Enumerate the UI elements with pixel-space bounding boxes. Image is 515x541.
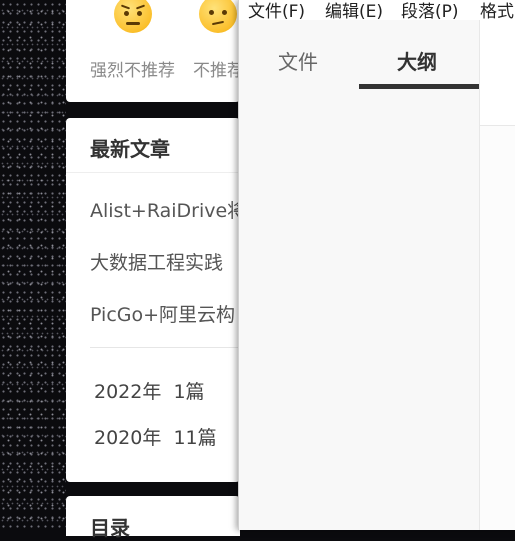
app-window: 文件(F) 编辑(E) 段落(P) 格式 文件 大纲	[238, 0, 515, 530]
tab-outline[interactable]: 大纲	[397, 46, 437, 75]
angry-face-icon[interactable]	[114, 0, 152, 33]
active-tab-indicator	[359, 84, 479, 89]
archive-year: 2022年	[94, 381, 162, 403]
divider	[90, 347, 240, 348]
menu-paragraph[interactable]: 段落(P)	[401, 0, 459, 22]
article-link[interactable]: PicGo+阿里云构	[90, 300, 235, 327]
rating-option-not-recommend[interactable]: 不推荐	[193, 56, 244, 81]
latest-articles-card: 最新文章 Alist+RaiDrive将 大数据工程实践 PicGo+阿里云构 …	[66, 118, 246, 482]
latest-articles-title: 最新文章	[90, 137, 170, 161]
menu-format[interactable]: 格式	[480, 0, 514, 22]
divider	[66, 172, 240, 173]
archive-year: 2020年	[94, 427, 162, 449]
archive-item-2022[interactable]: 2022年 1篇	[94, 377, 205, 404]
editor-header	[480, 20, 515, 126]
rating-option-strongly-not-recommend[interactable]: 强烈不推荐	[90, 56, 175, 81]
archive-count: 1篇	[173, 381, 205, 403]
confused-face-icon[interactable]	[199, 0, 237, 33]
starfield-background	[0, 0, 66, 530]
editor-area[interactable]	[480, 126, 515, 530]
archive-item-2020[interactable]: 2020年 11篇	[94, 423, 217, 450]
toc-title: 目录	[90, 516, 130, 540]
menu-edit[interactable]: 编辑(E)	[325, 0, 383, 22]
toc-card: 目录	[66, 496, 240, 540]
article-link[interactable]: Alist+RaiDrive将	[90, 196, 246, 223]
menu-bar: 文件(F) 编辑(E) 段落(P) 格式	[239, 0, 515, 22]
tab-files[interactable]: 文件	[278, 46, 318, 75]
archive-count: 11篇	[173, 427, 217, 449]
rating-card: 强烈不推荐 不推荐	[66, 0, 244, 102]
article-link[interactable]: 大数据工程实践	[90, 248, 223, 275]
sidebar-panel: 文件 大纲	[239, 20, 480, 530]
menu-file[interactable]: 文件(F)	[248, 0, 305, 22]
